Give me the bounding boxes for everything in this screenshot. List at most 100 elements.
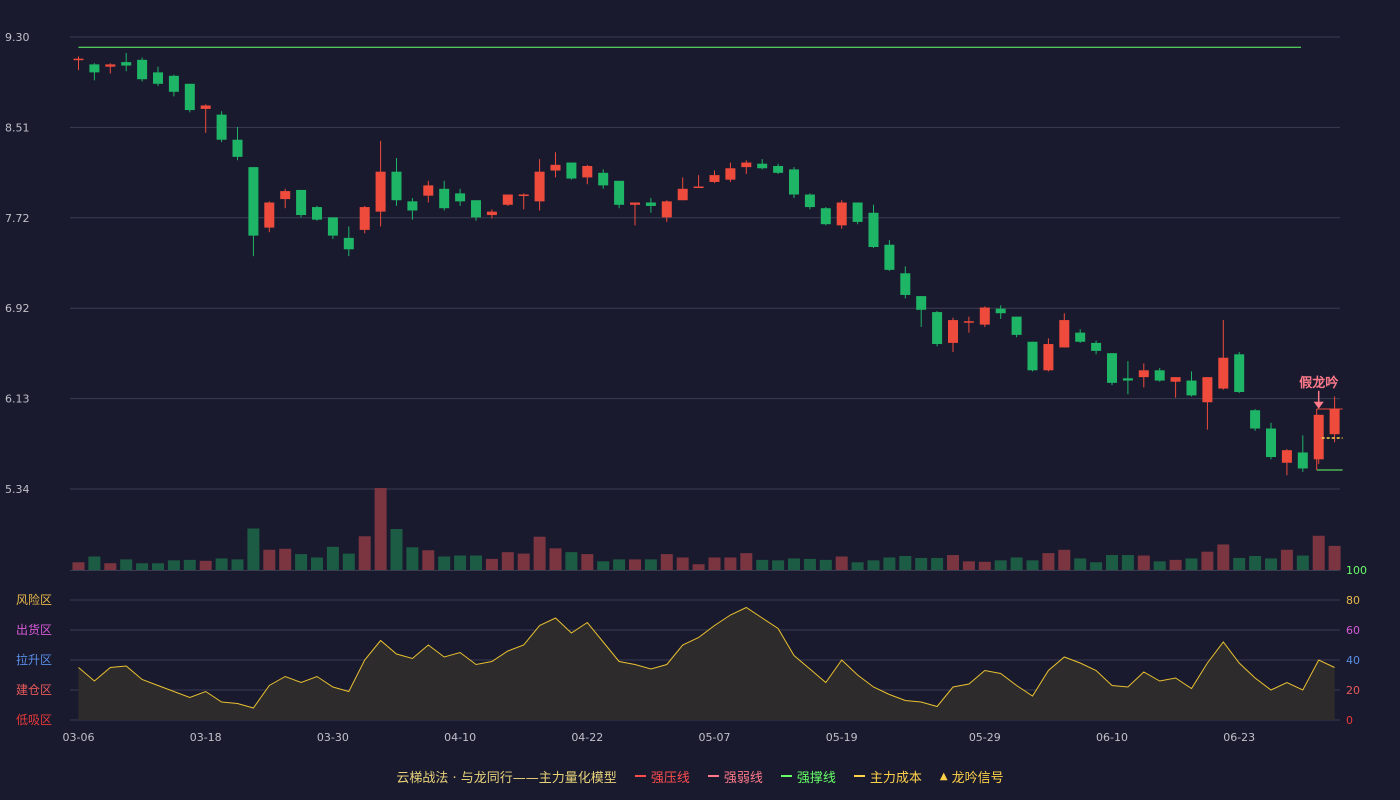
candle xyxy=(296,189,307,218)
candle xyxy=(1313,414,1324,464)
volume-bar xyxy=(978,561,991,570)
candle-body xyxy=(661,201,672,218)
candle-body xyxy=(1297,452,1308,469)
candle xyxy=(407,197,418,220)
candle xyxy=(630,202,640,226)
zone-label: 建仓区 xyxy=(16,683,52,697)
volume-bar xyxy=(72,562,85,570)
date-tick-label: 04-10 xyxy=(444,731,476,744)
volume-bar xyxy=(756,559,769,570)
candle-body xyxy=(1027,341,1038,371)
volume-bar xyxy=(1169,559,1182,570)
volume-bar xyxy=(549,548,562,570)
legend-label: 云梯战法 · 与龙同行——主力量化模型 xyxy=(396,770,617,786)
candle xyxy=(979,306,990,327)
candle xyxy=(661,200,672,222)
volume-bar xyxy=(1312,535,1325,570)
candle xyxy=(327,217,338,240)
candle-body xyxy=(1250,410,1261,429)
candle-body xyxy=(391,171,402,201)
legend-item: 强压线 xyxy=(634,767,690,786)
candle-body xyxy=(916,296,927,310)
date-tick-label: 03-30 xyxy=(317,731,349,744)
volume-bar xyxy=(994,560,1007,570)
candle-body xyxy=(1266,428,1276,458)
candle xyxy=(232,127,243,161)
candle-body xyxy=(200,105,211,109)
candle-body xyxy=(184,83,195,111)
volume-bar xyxy=(1280,549,1293,570)
triangle-icon: ▲ xyxy=(939,770,948,782)
candle-body xyxy=(932,312,943,345)
volume-bar xyxy=(454,555,467,570)
candle-body xyxy=(1234,354,1245,392)
candle-body xyxy=(948,320,958,343)
volume-bar xyxy=(867,560,880,570)
candle xyxy=(1138,363,1149,388)
volume-bar xyxy=(231,559,244,570)
volume-bar xyxy=(374,488,387,570)
legend-label: 龙吟信号 xyxy=(951,770,1004,786)
candle-body xyxy=(423,185,434,196)
volume-bar xyxy=(835,556,848,570)
volume-bar xyxy=(1217,544,1230,570)
volume-bar xyxy=(485,558,498,570)
candle xyxy=(1170,377,1181,398)
volume-bar xyxy=(152,563,164,570)
volume-bar xyxy=(311,557,323,570)
price-tick-label: 5.34 xyxy=(5,483,30,496)
date-tick-label: 04-22 xyxy=(571,731,603,744)
volume-bar xyxy=(501,552,514,570)
candle xyxy=(264,201,275,233)
candle-body xyxy=(216,114,227,140)
candle-body xyxy=(1170,377,1181,382)
candle-body xyxy=(168,75,179,92)
volume-bar xyxy=(104,563,117,570)
date-tick-label: 03-18 xyxy=(190,731,222,744)
candle-body xyxy=(1091,342,1102,351)
volume-bar xyxy=(581,554,594,570)
candle xyxy=(566,162,577,180)
candle-body xyxy=(1075,332,1086,342)
volume-bar xyxy=(772,560,785,570)
date-tick-label: 06-23 xyxy=(1223,731,1255,744)
candle xyxy=(963,316,974,333)
date-tick-label: 06-10 xyxy=(1096,731,1128,744)
candle-body xyxy=(105,64,116,67)
candle-body xyxy=(852,202,863,222)
candle-body xyxy=(836,202,847,226)
volume-bar xyxy=(629,559,641,570)
volume-bar xyxy=(676,557,689,570)
volume-bar xyxy=(1058,549,1071,570)
candle xyxy=(391,157,402,206)
candle xyxy=(1329,396,1340,443)
candle xyxy=(1202,377,1213,430)
candle-body xyxy=(1329,409,1340,435)
volume-bar xyxy=(708,557,721,570)
volume-bar xyxy=(279,548,292,570)
candle xyxy=(645,197,656,213)
candle-body xyxy=(979,307,990,325)
zone-label: 出货区 xyxy=(16,622,52,637)
volume-bar xyxy=(851,562,864,570)
volume-bar xyxy=(183,559,196,570)
candle-body xyxy=(1281,450,1292,463)
candle-body xyxy=(963,321,974,323)
candle-body xyxy=(1011,316,1022,335)
volume-bar xyxy=(724,557,737,570)
candle xyxy=(455,188,466,206)
candle-body xyxy=(900,273,911,295)
candle xyxy=(1186,371,1197,397)
price-tick-label: 7.72 xyxy=(5,212,30,225)
candle-body xyxy=(820,208,831,225)
candle-body xyxy=(407,201,418,211)
candle xyxy=(423,180,434,203)
candle xyxy=(1011,316,1022,338)
candle-body xyxy=(884,244,895,270)
candle-body xyxy=(1154,370,1165,381)
candle xyxy=(804,193,815,210)
volume-bars xyxy=(72,488,1341,570)
candle-body xyxy=(518,194,529,197)
candle xyxy=(677,177,688,201)
candle-body xyxy=(439,188,450,209)
